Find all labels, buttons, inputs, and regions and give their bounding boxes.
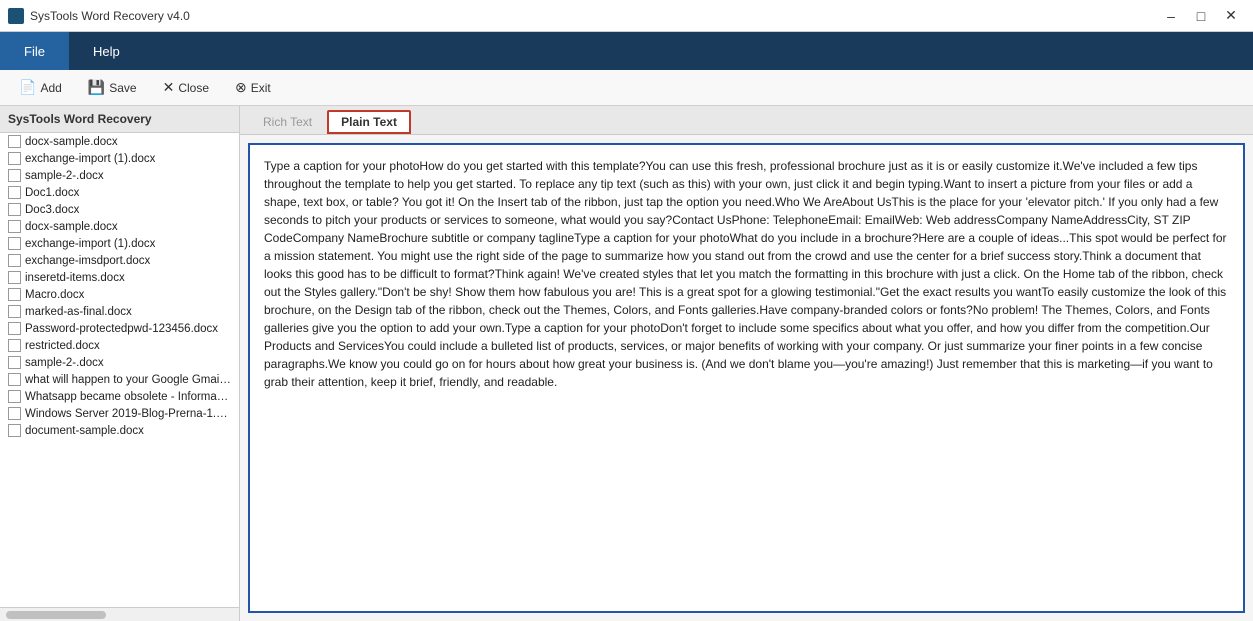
file-checkbox[interactable] bbox=[8, 152, 21, 165]
tab-rich-text[interactable]: Rich Text bbox=[248, 110, 327, 134]
maximize-button[interactable]: □ bbox=[1187, 5, 1215, 27]
file-name: sample-2-.docx bbox=[25, 357, 104, 369]
list-item[interactable]: exchange-import (1).docx bbox=[0, 150, 239, 167]
tab-bar: Rich Text Plain Text bbox=[240, 106, 1253, 135]
file-name: what will happen to your Google Gmail a bbox=[25, 374, 231, 386]
content-area: Rich Text Plain Text Type a caption for … bbox=[240, 106, 1253, 621]
list-item[interactable]: sample-2-.docx bbox=[0, 167, 239, 184]
file-name: docx-sample.docx bbox=[25, 221, 118, 233]
list-item[interactable]: docx-sample.docx bbox=[0, 218, 239, 235]
file-name: exchange-import (1).docx bbox=[25, 238, 155, 250]
list-item[interactable]: docx-sample.docx bbox=[0, 133, 239, 150]
sidebar-scrollbar[interactable] bbox=[0, 607, 239, 621]
file-name: exchange-imsdport.docx bbox=[25, 255, 150, 267]
list-item[interactable]: marked-as-final.docx bbox=[0, 303, 239, 320]
list-item[interactable]: Password-protectedpwd-123456.docx bbox=[0, 320, 239, 337]
close-icon: ✕ bbox=[163, 79, 175, 96]
list-item[interactable]: Whatsapp became obsolete - Informative bbox=[0, 388, 239, 405]
content-text: Type a caption for your photoHow do you … bbox=[264, 159, 1227, 389]
file-name: restricted.docx bbox=[25, 340, 100, 352]
file-checkbox[interactable] bbox=[8, 288, 21, 301]
file-checkbox[interactable] bbox=[8, 407, 21, 420]
save-icon: 💾 bbox=[88, 79, 105, 96]
file-name: Doc1.docx bbox=[25, 187, 79, 199]
file-name: Windows Server 2019-Blog-Prerna-1.doc bbox=[25, 408, 231, 420]
tab-plain-text[interactable]: Plain Text bbox=[327, 110, 411, 134]
save-button[interactable]: 💾 Save bbox=[77, 74, 148, 101]
file-checkbox[interactable] bbox=[8, 390, 21, 403]
add-icon: 📄 bbox=[19, 79, 36, 96]
main-area: SysTools Word Recovery docx-sample.docx e… bbox=[0, 106, 1253, 621]
file-name: docx-sample.docx bbox=[25, 136, 118, 148]
list-item[interactable]: exchange-imsdport.docx bbox=[0, 252, 239, 269]
file-name: document-sample.docx bbox=[25, 425, 144, 437]
sidebar: SysTools Word Recovery docx-sample.docx e… bbox=[0, 106, 240, 621]
title-bar: SysTools Word Recovery v4.0 – □ ✕ bbox=[0, 0, 1253, 32]
file-checkbox[interactable] bbox=[8, 135, 21, 148]
app-icon bbox=[8, 8, 24, 24]
menu-bar: File Help bbox=[0, 32, 1253, 70]
file-name: Whatsapp became obsolete - Informative bbox=[25, 391, 231, 403]
file-checkbox[interactable] bbox=[8, 203, 21, 216]
file-name: Password-protectedpwd-123456.docx bbox=[25, 323, 218, 335]
file-name: inseretd-items.docx bbox=[25, 272, 125, 284]
file-checkbox[interactable] bbox=[8, 186, 21, 199]
toolbar: 📄 Add 💾 Save ✕ Close ⊗ Exit bbox=[0, 70, 1253, 106]
text-content-area: Type a caption for your photoHow do you … bbox=[248, 143, 1245, 613]
file-checkbox[interactable] bbox=[8, 305, 21, 318]
file-checkbox[interactable] bbox=[8, 373, 21, 386]
list-item[interactable]: Doc3.docx bbox=[0, 201, 239, 218]
horizontal-scrollbar[interactable] bbox=[6, 611, 106, 619]
file-name: sample-2-.docx bbox=[25, 170, 104, 182]
close-button[interactable]: ✕ Close bbox=[152, 74, 220, 101]
minimize-button[interactable]: – bbox=[1157, 5, 1185, 27]
list-item[interactable]: restricted.docx bbox=[0, 337, 239, 354]
list-item[interactable]: inseretd-items.docx bbox=[0, 269, 239, 286]
window-controls: – □ ✕ bbox=[1157, 5, 1245, 27]
list-item[interactable]: exchange-import (1).docx bbox=[0, 235, 239, 252]
file-checkbox[interactable] bbox=[8, 356, 21, 369]
close-window-button[interactable]: ✕ bbox=[1217, 5, 1245, 27]
file-checkbox[interactable] bbox=[8, 254, 21, 267]
list-item[interactable]: Windows Server 2019-Blog-Prerna-1.doc bbox=[0, 405, 239, 422]
file-name: Macro.docx bbox=[25, 289, 84, 301]
sidebar-file-list[interactable]: docx-sample.docx exchange-import (1).docx… bbox=[0, 133, 239, 607]
list-item[interactable]: what will happen to your Google Gmail a bbox=[0, 371, 239, 388]
file-checkbox[interactable] bbox=[8, 220, 21, 233]
file-checkbox[interactable] bbox=[8, 271, 21, 284]
file-name: Doc3.docx bbox=[25, 204, 79, 216]
list-item[interactable]: Macro.docx bbox=[0, 286, 239, 303]
file-checkbox[interactable] bbox=[8, 237, 21, 250]
file-checkbox[interactable] bbox=[8, 169, 21, 182]
menu-help[interactable]: Help bbox=[69, 32, 144, 70]
add-button[interactable]: 📄 Add bbox=[8, 74, 73, 101]
file-checkbox[interactable] bbox=[8, 322, 21, 335]
file-checkbox[interactable] bbox=[8, 424, 21, 437]
menu-file[interactable]: File bbox=[0, 32, 69, 70]
exit-icon: ⊗ bbox=[235, 79, 247, 96]
list-item[interactable]: Doc1.docx bbox=[0, 184, 239, 201]
file-name: marked-as-final.docx bbox=[25, 306, 132, 318]
exit-button[interactable]: ⊗ Exit bbox=[224, 74, 282, 101]
file-name: exchange-import (1).docx bbox=[25, 153, 155, 165]
list-item[interactable]: document-sample.docx bbox=[0, 422, 239, 439]
app-title: SysTools Word Recovery v4.0 bbox=[30, 9, 190, 23]
list-item[interactable]: sample-2-.docx bbox=[0, 354, 239, 371]
sidebar-title: SysTools Word Recovery bbox=[0, 106, 239, 133]
file-checkbox[interactable] bbox=[8, 339, 21, 352]
